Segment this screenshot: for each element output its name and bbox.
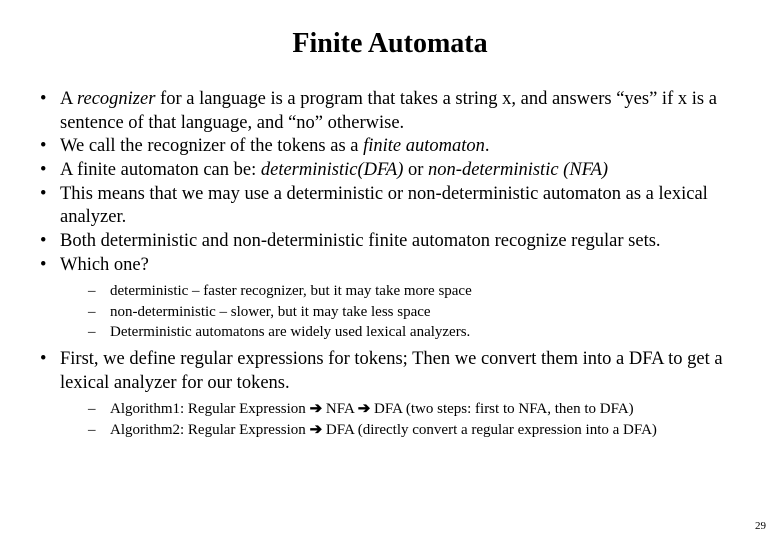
bullet-list: A recognizer for a language is a program… (20, 88, 760, 440)
sub-bullet-item: non-deterministic – slower, but it may t… (88, 302, 752, 322)
text: Both deterministic and non-deterministic… (60, 231, 661, 251)
text: First, we define regular expressions for… (60, 349, 723, 393)
text: We call the recognizer of the tokens as … (60, 136, 363, 156)
text: Which one? (60, 255, 149, 275)
text: DFA (two steps: first to NFA, then to DF… (370, 401, 633, 417)
sub-bullet-item: deterministic – faster recognizer, but i… (88, 281, 752, 301)
bullet-item: Which one? deterministic – faster recogn… (38, 254, 752, 342)
text: Algorithm2: Regular Expression (110, 422, 310, 438)
sub-bullet-item: Algorithm1: Regular Expression ➔ NFA ➔ D… (88, 399, 752, 419)
slide-title: Finite Automata (20, 28, 760, 60)
text-italic: non-deterministic (NFA) (428, 160, 608, 180)
bullet-item: We call the recognizer of the tokens as … (38, 135, 752, 159)
text: A (60, 89, 77, 109)
page-number: 29 (755, 520, 766, 532)
sub-bullet-list: Algorithm1: Regular Expression ➔ NFA ➔ D… (60, 399, 752, 440)
text: DFA (directly convert a regular expressi… (322, 422, 657, 438)
arrow-icon: ➔ (310, 400, 323, 417)
text: Deterministic automatons are widely used… (110, 324, 470, 340)
text: . (485, 136, 490, 156)
bullet-item: Both deterministic and non-deterministic… (38, 230, 752, 254)
bullet-item: A finite automaton can be: deterministic… (38, 159, 752, 183)
bullet-item: A recognizer for a language is a program… (38, 88, 752, 135)
bullet-item: This means that we may use a determinist… (38, 183, 752, 230)
sub-bullet-item: Algorithm2: Regular Expression ➔ DFA (di… (88, 420, 752, 440)
text: NFA (322, 401, 358, 417)
sub-bullet-item: Deterministic automatons are widely used… (88, 322, 752, 342)
text: deterministic – faster recognizer, but i… (110, 283, 472, 299)
text: non-deterministic – slower, but it may t… (110, 304, 431, 320)
slide: Finite Automata A recognizer for a langu… (0, 0, 780, 540)
text-italic: deterministic(DFA) (261, 160, 408, 180)
text-italic: recognizer (77, 89, 155, 109)
text: or (408, 160, 428, 180)
text-italic: finite automaton (363, 136, 485, 156)
arrow-icon: ➔ (310, 421, 323, 438)
text: A finite automaton can be: (60, 160, 261, 180)
sub-bullet-list: deterministic – faster recognizer, but i… (60, 281, 752, 342)
text: Algorithm1: Regular Expression (110, 401, 310, 417)
text: for a language is a program that takes a… (60, 89, 717, 133)
arrow-icon: ➔ (358, 400, 371, 417)
bullet-item: First, we define regular expressions for… (38, 348, 752, 440)
text: This means that we may use a determinist… (60, 184, 708, 228)
